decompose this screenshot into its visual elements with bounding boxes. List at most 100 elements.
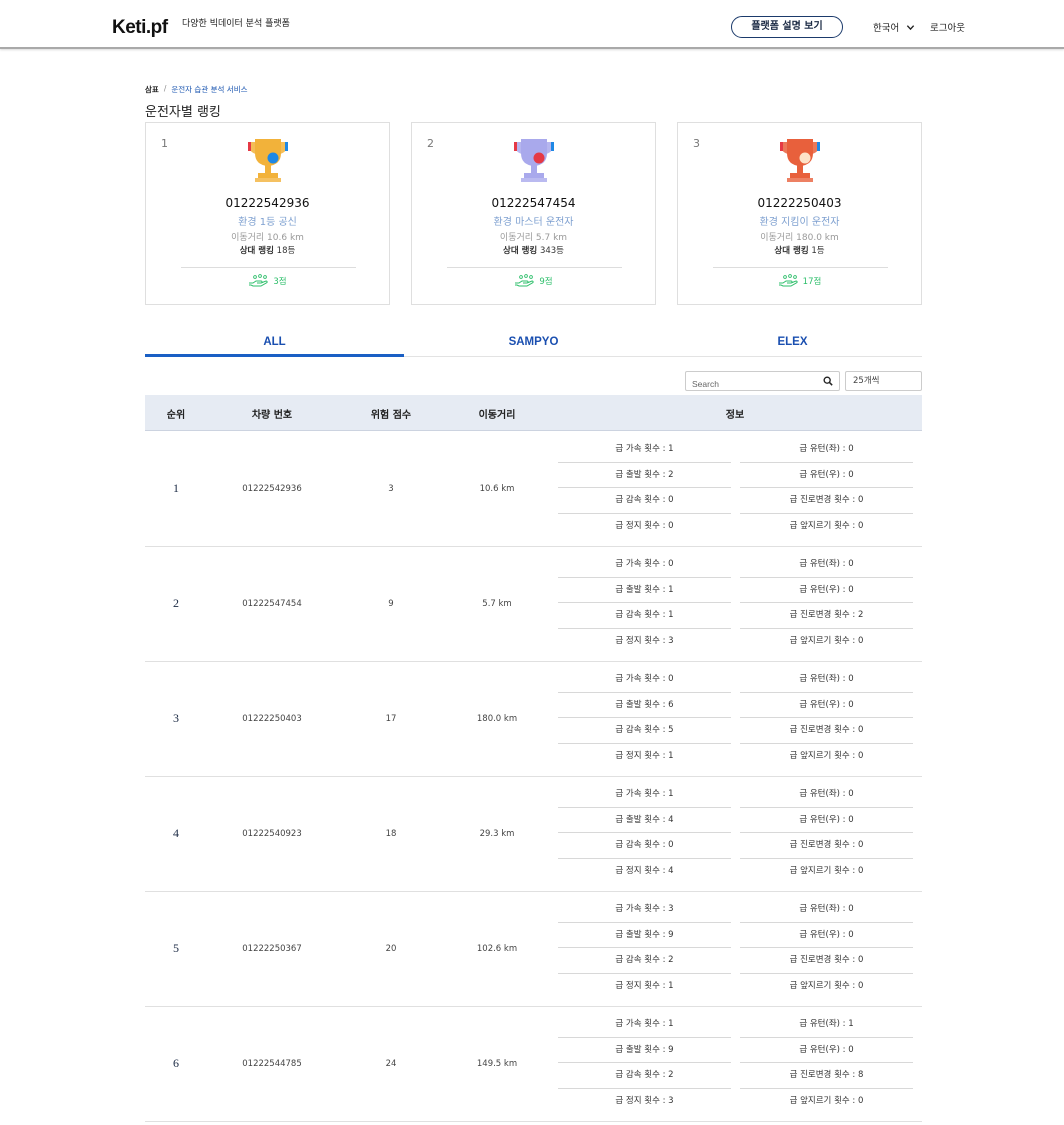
info-cell: 급 정지 횟수 : 1 xyxy=(615,981,674,992)
info-cell: 급 유턴(우) : 0 xyxy=(740,808,913,834)
rel-rank-value: 343등 xyxy=(539,246,564,256)
cell-risk-score: 24 xyxy=(385,1059,397,1069)
info-cell: 급 진로변경 횟수 : 2 xyxy=(740,603,913,630)
breadcrumb-home[interactable]: 삼표 xyxy=(145,84,159,95)
info-column-left: 급 가속 횟수 : 1급 출발 횟수 : 4급 감속 횟수 : 0 급 정지 횟수… xyxy=(558,782,731,885)
info-cell: 급 감속 횟수 : 2 xyxy=(558,1063,731,1090)
header-risk: 위험 점수 xyxy=(370,410,412,421)
ranking-card[interactable]: 2 01222547454 환경 마스터 운전자 이동거리 5.7 km 상대 … xyxy=(411,122,656,305)
info-cell: 급 유턴(좌) : 0 xyxy=(740,897,913,923)
table-row[interactable]: 1 01222542936 3 10.6 km 급 가속 횟수 : 1급 출발 … xyxy=(145,432,922,547)
logo[interactable]: Keti.pf xyxy=(112,17,168,39)
info-cell: 급 앞지르기 횟수 : 0 xyxy=(789,981,864,992)
info-cell: 급 유턴(좌) : 0 xyxy=(740,667,913,693)
trophy-icon xyxy=(780,139,820,182)
per-page-select[interactable]: 25개씩 xyxy=(845,371,922,391)
info-cell: 급 유턴(좌) : 0 xyxy=(740,552,913,578)
ranking-card[interactable]: 1 01222542936 환경 1등 공신 이동거리 10.6 km 상대 랭… xyxy=(145,122,390,305)
card-relative-rank: 상대 랭킹 1등 xyxy=(678,244,921,256)
card-score: 3점 xyxy=(146,274,389,288)
info-cell: 급 앞지르기 횟수 : 0 xyxy=(789,1096,864,1107)
tagline: 다양한 빅데이터 분석 플랫폼 xyxy=(182,19,290,29)
info-cell: 급 출발 횟수 : 2 xyxy=(558,463,731,489)
hand-stars-icon xyxy=(778,274,798,287)
info-cell: 급 출발 횟수 : 6 xyxy=(558,693,731,719)
breadcrumb-current[interactable]: 운전자 습관 분석 서비스 xyxy=(171,84,247,95)
info-cell: 급 진로변경 횟수 : 0 xyxy=(740,718,913,745)
info-cell: 급 감속 횟수 : 1 xyxy=(558,603,731,630)
info-cell: 급 정지 횟수 : 3 xyxy=(615,636,674,647)
cell-risk-score: 9 xyxy=(388,599,394,609)
card-relative-rank: 상대 랭킹 343등 xyxy=(412,244,655,256)
table-row[interactable]: 2 01222547454 9 5.7 km 급 가속 횟수 : 0급 출발 횟… xyxy=(145,547,922,662)
card-rank: 1 xyxy=(161,137,168,150)
table-row[interactable]: 3 01222250403 17 180.0 km 급 가속 횟수 : 0급 출… xyxy=(145,662,922,777)
card-rank: 3 xyxy=(693,137,700,150)
info-cell: 급 유턴(좌) : 0 xyxy=(740,782,913,808)
search-icon[interactable] xyxy=(823,376,833,386)
info-cell: 급 유턴(우) : 0 xyxy=(740,923,913,949)
info-column-right: 급 유턴(좌) : 0급 유턴(우) : 0급 진로변경 횟수 : 0 급 앞지르… xyxy=(740,437,913,540)
info-column-left: 급 가속 횟수 : 0급 출발 횟수 : 6급 감속 횟수 : 5 급 정지 횟수… xyxy=(558,667,731,770)
info-column-left: 급 가속 횟수 : 1급 출발 횟수 : 2급 감속 횟수 : 0 급 정지 횟수… xyxy=(558,437,731,540)
card-title: 환경 1등 공신 xyxy=(238,217,297,228)
company-tabs: ALL SAMPYO ELEX xyxy=(145,333,922,357)
search-input[interactable] xyxy=(686,375,816,393)
card-distance: 이동거리 180.0 km xyxy=(760,233,839,243)
header-plate: 차량 번호 xyxy=(251,410,293,421)
header-distance: 이동거리 xyxy=(478,410,516,421)
info-cell: 급 유턴(우) : 0 xyxy=(740,693,913,719)
hand-stars-icon xyxy=(249,274,268,287)
info-cell: 급 유턴(우) : 0 xyxy=(740,463,913,489)
card-rank: 2 xyxy=(427,137,434,150)
page-title: 운전자별 랭킹 xyxy=(145,105,221,120)
info-column-right: 급 유턴(좌) : 0급 유턴(우) : 0급 진로변경 횟수 : 0 급 앞지르… xyxy=(740,897,913,1000)
info-cell: 급 가속 횟수 : 3 xyxy=(558,897,731,923)
info-cell: 급 감속 횟수 : 2 xyxy=(558,948,731,975)
platform-guide-button[interactable]: 플랫폼 설명 보기 xyxy=(731,16,843,38)
info-cell: 급 앞지르기 횟수 : 0 xyxy=(789,866,864,877)
cell-distance: 10.6 km xyxy=(479,484,515,494)
info-column-left: 급 가속 횟수 : 3급 출발 횟수 : 9급 감속 횟수 : 2 급 정지 횟수… xyxy=(558,897,731,1000)
tab-elex[interactable]: ELEX xyxy=(663,333,922,356)
card-plate: 01222542936 xyxy=(225,196,310,210)
info-column-right: 급 유턴(좌) : 0급 유턴(우) : 0급 진로변경 횟수 : 0 급 앞지르… xyxy=(740,667,913,770)
tab-sampyo[interactable]: SAMPYO xyxy=(404,333,663,356)
score-value: 17점 xyxy=(802,277,822,287)
card-divider xyxy=(447,267,622,268)
card-plate: 01222547454 xyxy=(491,196,576,210)
card-divider xyxy=(181,267,356,268)
info-cell: 급 진로변경 횟수 : 0 xyxy=(740,833,913,860)
cell-risk-score: 17 xyxy=(385,714,397,724)
header-rank: 순위 xyxy=(166,410,186,421)
info-cell: 급 출발 횟수 : 4 xyxy=(558,808,731,834)
table-header: 순위 차량 번호 위험 점수 이동거리 정보 xyxy=(145,395,922,431)
cell-distance: 102.6 km xyxy=(476,944,518,954)
info-cell: 급 출발 횟수 : 1 xyxy=(558,578,731,604)
search-box xyxy=(685,371,840,393)
info-cell: 급 앞지르기 횟수 : 0 xyxy=(789,636,864,647)
top-header: Keti.pf 다양한 빅데이터 분석 플랫폼 플랫폼 설명 보기 한국어 로그… xyxy=(0,0,1064,49)
language-selector[interactable]: 한국어 xyxy=(873,20,915,34)
language-label: 한국어 xyxy=(873,23,900,34)
info-cell: 급 출발 횟수 : 9 xyxy=(558,923,731,949)
table-row[interactable]: 5 01222250367 20 102.6 km 급 가속 횟수 : 3급 출… xyxy=(145,892,922,1007)
cell-plate: 01222544785 xyxy=(242,1059,302,1069)
info-cell: 급 정지 횟수 : 4 xyxy=(615,866,674,877)
chevron-down-icon xyxy=(907,24,915,30)
table-row[interactable]: 6 01222544785 24 149.5 km 급 가속 횟수 : 1급 출… xyxy=(145,1007,922,1122)
logout-link[interactable]: 로그아웃 xyxy=(930,20,965,34)
cell-distance: 180.0 km xyxy=(476,714,518,724)
cell-rank: 5 xyxy=(173,941,179,955)
tab-all[interactable]: ALL xyxy=(145,333,404,357)
info-cell: 급 유턴(우) : 0 xyxy=(740,578,913,604)
breadcrumb-separator: / xyxy=(163,84,167,93)
info-column-left: 급 가속 횟수 : 0급 출발 횟수 : 1급 감속 횟수 : 1 급 정지 횟수… xyxy=(558,552,731,655)
rel-rank-value: 1등 xyxy=(811,246,825,256)
info-cell: 급 감속 횟수 : 0 xyxy=(558,833,731,860)
cell-rank: 3 xyxy=(173,711,179,725)
info-cell: 급 가속 횟수 : 1 xyxy=(558,1012,731,1038)
ranking-card[interactable]: 3 01222250403 환경 지킴이 운전자 이동거리 180.0 km 상… xyxy=(677,122,922,305)
table-row[interactable]: 4 01222540923 18 29.3 km 급 가속 횟수 : 1급 출발… xyxy=(145,777,922,892)
cell-risk-score: 3 xyxy=(388,484,394,494)
